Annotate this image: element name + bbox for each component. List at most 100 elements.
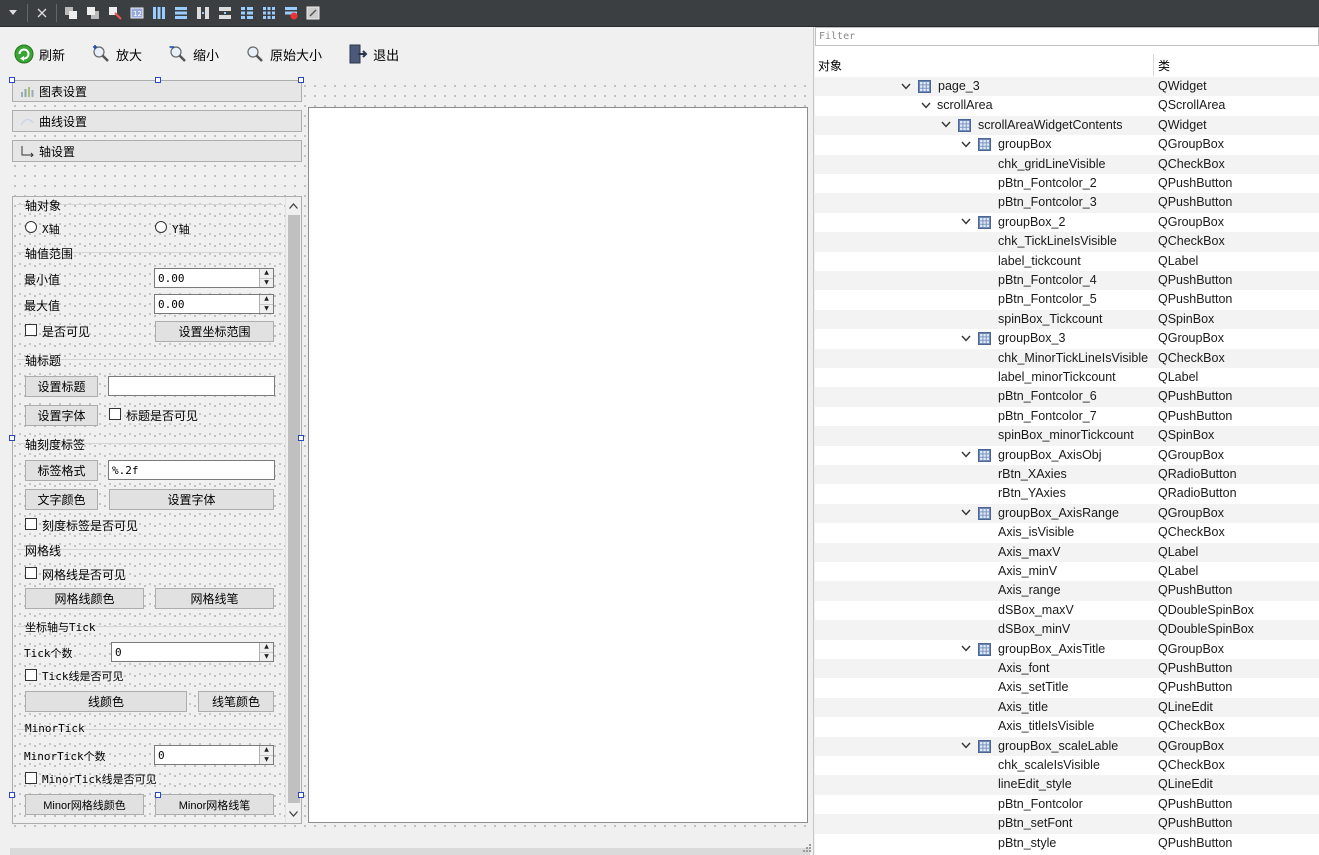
tree-row[interactable]: pBtn_Fontcolor_2 QPushButton	[815, 174, 1319, 193]
set-title-button[interactable]: 设置标题	[25, 376, 98, 397]
pen-color-button[interactable]: 线笔颜色	[198, 691, 274, 712]
selection-handle[interactable]	[298, 792, 304, 798]
vertical-scrollbar[interactable]	[285, 197, 301, 823]
tree-row[interactable]: groupBox_AxisTitle QGroupBox	[815, 640, 1319, 659]
tree-row[interactable]: groupBox QGroupBox	[815, 135, 1319, 154]
tree-row[interactable]: dSBox_maxV QDoubleSpinBox	[815, 601, 1319, 620]
title-visible-checkbox[interactable]	[109, 408, 121, 420]
scrollbar-thumb[interactable]	[288, 215, 300, 803]
horizontal-scrollbar[interactable]	[10, 848, 810, 855]
tree-row[interactable]: rBtn_YAxies QRadioButton	[815, 484, 1319, 503]
edit-buddies-icon[interactable]	[104, 2, 126, 24]
tree-row[interactable]: groupBox_AxisRange QGroupBox	[815, 503, 1319, 524]
expand-chevron-icon[interactable]	[940, 118, 952, 132]
resize-grip-icon[interactable]	[802, 842, 812, 852]
spin-up-icon[interactable]: ▲	[260, 746, 273, 756]
axis-settings-button[interactable]: 轴设置	[12, 140, 302, 162]
layout-grid-icon[interactable]	[258, 2, 280, 24]
bring-forward-icon[interactable]	[60, 2, 82, 24]
chart-settings-button[interactable]: 图表设置	[12, 80, 302, 102]
refresh-button[interactable]: 刷新	[8, 42, 71, 66]
x-axis-radio[interactable]	[25, 221, 37, 233]
tree-row[interactable]: pBtn_Fontcolor_7 QPushButton	[815, 407, 1319, 426]
axis-title-input[interactable]	[108, 376, 275, 396]
tree-row[interactable]: lineEdit_style QLineEdit	[815, 775, 1319, 795]
expand-chevron-icon[interactable]	[960, 215, 972, 229]
spin-up-icon[interactable]: ▲	[260, 643, 273, 653]
tree-row[interactable]: chk_MinorTickLineIsVisible QCheckBox	[815, 348, 1319, 368]
tree-row[interactable]: pBtn_Fontcolor_3 QPushButton	[815, 193, 1319, 213]
tree-row[interactable]: chk_TickLineIsVisible QCheckBox	[815, 232, 1319, 252]
tree-row[interactable]: pBtn_Fontcolor_4 QPushButton	[815, 271, 1319, 291]
axis-visible-checkbox[interactable]	[25, 324, 37, 336]
set-title-font-button[interactable]: 设置字体	[25, 405, 98, 426]
adjust-size-icon[interactable]	[302, 2, 324, 24]
expand-chevron-icon[interactable]	[960, 331, 972, 345]
column-object-header[interactable]: 对象	[818, 57, 842, 74]
expand-chevron-icon[interactable]	[960, 642, 972, 656]
minor-grid-pen-button[interactable]: Minor网格线笔	[155, 794, 274, 815]
set-range-button[interactable]: 设置坐标范围	[155, 321, 274, 342]
tree-row[interactable]: page_3 QWidget	[815, 77, 1319, 97]
splitter-vertical-icon[interactable]	[214, 2, 236, 24]
splitter-horizontal-icon[interactable]	[192, 2, 214, 24]
tree-row[interactable]: pBtn_style QPushButton	[815, 834, 1319, 853]
tree-row[interactable]: label_minorTickcount QLabel	[815, 368, 1319, 387]
tree-row[interactable]: pBtn_Fontcolor QPushButton	[815, 795, 1319, 814]
tree-row[interactable]: pBtn_setFont QPushButton	[815, 814, 1319, 834]
label-format-input[interactable]: %.2f	[108, 460, 275, 480]
tick-count-spinbox[interactable]: 0 ▲ ▼	[111, 642, 274, 662]
layout-horizontal-icon[interactable]	[148, 2, 170, 24]
tree-row[interactable]: Axis_font QPushButton	[815, 659, 1319, 679]
tree-row[interactable]: spinBox_Tickcount QSpinBox	[815, 309, 1319, 330]
filter-input[interactable]: Filter	[815, 27, 1319, 46]
original-size-button[interactable]: 原始大小	[239, 42, 328, 66]
selection-handle[interactable]	[9, 792, 15, 798]
column-class-header[interactable]: 类	[1158, 57, 1170, 74]
tree-row[interactable]: label_tickcount QLabel	[815, 252, 1319, 271]
y-axis-radio[interactable]	[155, 221, 167, 233]
spin-down-icon[interactable]: ▼	[260, 279, 273, 288]
exit-button[interactable]: 退出	[342, 42, 405, 66]
curve-settings-button[interactable]: 曲线设置	[12, 110, 302, 132]
minor-tick-count-spinbox[interactable]: 0 ▲ ▼	[154, 745, 274, 765]
tree-row[interactable]: groupBox_3 QGroupBox	[815, 329, 1319, 348]
expand-chevron-icon[interactable]	[960, 739, 972, 753]
zoom-out-button[interactable]: 缩小	[162, 42, 225, 66]
min-value-spinbox[interactable]: 0.00 ▲ ▼	[154, 268, 274, 288]
expand-chevron-icon[interactable]	[960, 506, 972, 520]
tree-row[interactable]: Axis_minV QLabel	[815, 562, 1319, 581]
menu-arrow-icon[interactable]	[2, 2, 24, 24]
spin-up-icon[interactable]: ▲	[260, 295, 273, 305]
chart-view[interactable]	[308, 107, 808, 823]
tree-row[interactable]: scrollArea QScrollArea	[815, 96, 1319, 115]
scroll-down-icon[interactable]	[286, 806, 301, 822]
tree-row[interactable]: spinBox_minorTickcount QSpinBox	[815, 426, 1319, 446]
tree-row[interactable]: dSBox_minV QDoubleSpinBox	[815, 620, 1319, 640]
grid-pen-button[interactable]: 网格线笔	[155, 588, 274, 609]
label-format-button[interactable]: 标签格式	[25, 460, 98, 481]
tree-row[interactable]: groupBox_2 QGroupBox	[815, 213, 1319, 232]
tree-row[interactable]: chk_gridLineVisible QCheckBox	[815, 154, 1319, 174]
selection-handle[interactable]	[155, 77, 161, 83]
spin-down-icon[interactable]: ▼	[260, 653, 273, 662]
tree-row[interactable]: Axis_setTitle QPushButton	[815, 678, 1319, 697]
close-icon[interactable]	[31, 2, 53, 24]
minor-tick-visible-checkbox[interactable]	[25, 772, 37, 784]
layout-form-icon[interactable]	[236, 2, 258, 24]
spin-up-icon[interactable]: ▲	[260, 269, 273, 279]
max-value-spinbox[interactable]: 0.00 ▲ ▼	[154, 294, 274, 314]
tree-row[interactable]: scrollAreaWidgetContents QWidget	[815, 115, 1319, 136]
text-color-button[interactable]: 文字颜色	[25, 489, 98, 510]
tree-row[interactable]: Axis_range QPushButton	[815, 581, 1319, 601]
grid-color-button[interactable]: 网格线颜色	[25, 588, 144, 609]
expand-chevron-icon[interactable]	[900, 79, 912, 93]
tree-row[interactable]: pBtn_Fontcolor_5 QPushButton	[815, 290, 1319, 309]
layout-vertical-icon[interactable]	[170, 2, 192, 24]
selection-handle[interactable]	[298, 435, 304, 441]
selection-handle[interactable]	[298, 77, 304, 83]
break-layout-icon[interactable]	[280, 2, 302, 24]
spin-down-icon[interactable]: ▼	[260, 305, 273, 314]
minor-grid-color-button[interactable]: Minor网格线颜色	[25, 794, 144, 815]
selection-handle[interactable]	[9, 77, 15, 83]
